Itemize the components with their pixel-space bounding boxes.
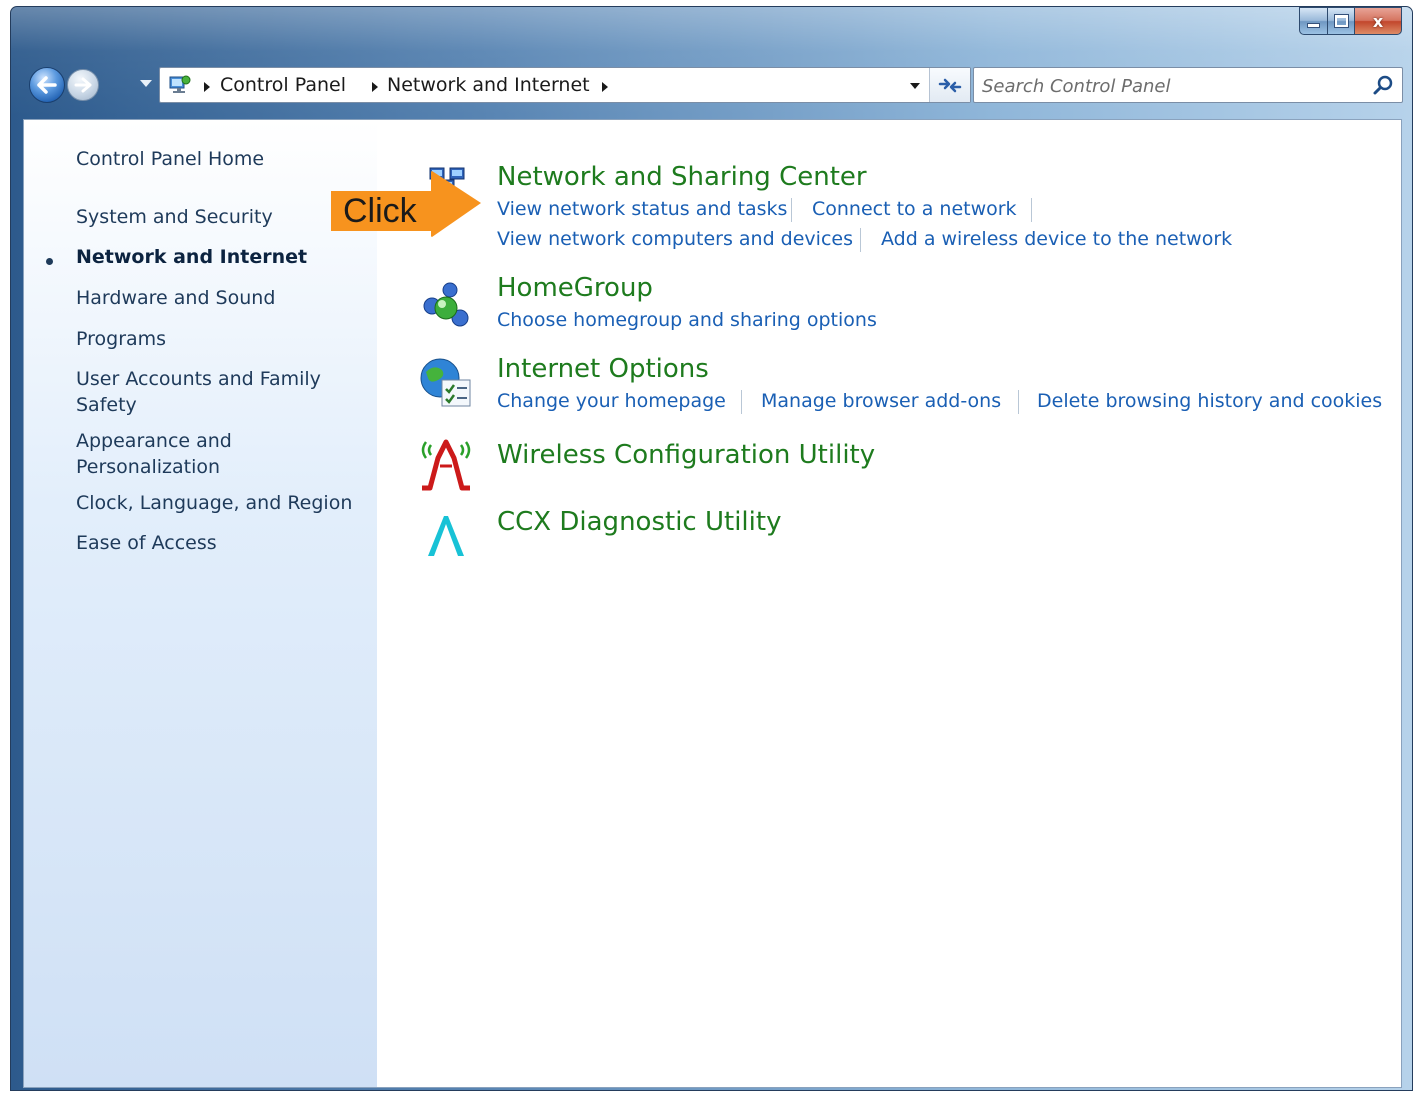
sidebar: Control Panel Home System and Security N… <box>24 120 377 1087</box>
task-change-homepage[interactable]: Change your homepage <box>497 390 726 412</box>
task-add-wireless-device[interactable]: Add a wireless device to the network <box>881 228 1232 250</box>
control-panel-icon <box>169 75 191 93</box>
sidebar-item-label: Personalization <box>76 456 221 478</box>
active-item-bullet-icon <box>46 258 53 265</box>
sidebar-item-label: Safety <box>76 394 137 416</box>
breadcrumb-separator-icon[interactable] <box>602 82 608 92</box>
category-title-ccx-diagnostic[interactable]: CCX Diagnostic Utility <box>497 507 781 537</box>
back-arrow-icon <box>37 76 57 94</box>
task-separator <box>1018 390 1019 414</box>
sidebar-item-ease-of-access[interactable]: Ease of Access <box>76 530 217 556</box>
search-box <box>973 67 1403 103</box>
callout-arrow-icon <box>431 171 481 237</box>
address-bar[interactable]: Control Panel Network and Internet <box>159 67 971 103</box>
search-input[interactable] <box>980 70 1354 102</box>
sidebar-item-label: User Accounts and Family <box>76 368 321 390</box>
wireless-utility-icon[interactable] <box>416 436 476 496</box>
sidebar-item-system-and-security[interactable]: System and Security <box>76 204 273 230</box>
sidebar-item-hardware-and-sound[interactable]: Hardware and Sound <box>76 285 275 311</box>
sidebar-item-appearance[interactable]: Appearance and Personalization <box>76 428 232 480</box>
search-icon[interactable] <box>1372 74 1394 96</box>
close-button[interactable]: x <box>1354 7 1402 35</box>
homegroup-icon[interactable] <box>416 278 476 338</box>
task-separator <box>741 390 742 414</box>
minimize-icon <box>1307 23 1320 28</box>
task-connect-to-network[interactable]: Connect to a network <box>812 198 1017 220</box>
forward-button[interactable] <box>67 69 99 101</box>
content-area: Control Panel Home System and Security N… <box>23 119 1402 1088</box>
click-callout: Click <box>331 171 491 247</box>
sidebar-item-network-and-internet[interactable]: Network and Internet <box>76 244 307 270</box>
caption-buttons: x <box>1299 7 1402 35</box>
maximize-button[interactable] <box>1327 7 1354 35</box>
task-separator <box>860 228 861 252</box>
category-title-network-sharing[interactable]: Network and Sharing Center <box>497 162 867 192</box>
task-manage-addons[interactable]: Manage browser add-ons <box>761 390 1001 412</box>
close-icon: x <box>1372 11 1384 31</box>
recent-pages-dropdown-icon[interactable] <box>140 80 152 87</box>
sidebar-item-programs[interactable]: Programs <box>76 326 166 352</box>
sidebar-item-user-accounts[interactable]: User Accounts and Family Safety <box>76 366 321 418</box>
task-view-network-computers[interactable]: View network computers and devices <box>497 228 853 250</box>
breadcrumb-separator-icon[interactable] <box>372 82 378 92</box>
back-button[interactable] <box>29 67 65 103</box>
window-frame: x Control Panel Network and Internet Sea… <box>10 6 1413 1091</box>
breadcrumb-separator-icon[interactable] <box>204 82 210 92</box>
breadcrumb-control-panel[interactable]: Control Panel <box>220 74 346 96</box>
sidebar-item-clock-language-region[interactable]: Clock, Language, and Region <box>76 490 352 516</box>
category-title-internet-options[interactable]: Internet Options <box>497 354 709 384</box>
task-view-network-status[interactable]: View network status and tasks <box>497 198 787 220</box>
category-title-homegroup[interactable]: HomeGroup <box>497 273 653 303</box>
forward-arrow-icon <box>74 77 92 93</box>
category-title-wireless-utility[interactable]: Wireless Configuration Utility <box>497 440 875 470</box>
maximize-icon <box>1333 14 1349 28</box>
task-separator <box>1031 198 1032 222</box>
ccx-icon[interactable] <box>416 506 476 566</box>
navigation-bar: Control Panel Network and Internet <box>29 65 1412 107</box>
sidebar-item-label: Appearance and <box>76 430 232 452</box>
minimize-button[interactable] <box>1299 7 1327 35</box>
refresh-button[interactable] <box>929 68 970 102</box>
sidebar-item-control-panel-home[interactable]: Control Panel Home <box>76 146 264 172</box>
address-dropdown-icon[interactable] <box>910 83 920 89</box>
task-separator <box>791 198 792 222</box>
task-delete-browsing-history[interactable]: Delete browsing history and cookies <box>1037 390 1382 412</box>
breadcrumb-network-and-internet[interactable]: Network and Internet <box>387 74 590 96</box>
task-choose-homegroup[interactable]: Choose homegroup and sharing options <box>497 309 877 331</box>
internet-options-icon[interactable] <box>416 354 476 414</box>
refresh-icon <box>938 78 962 93</box>
